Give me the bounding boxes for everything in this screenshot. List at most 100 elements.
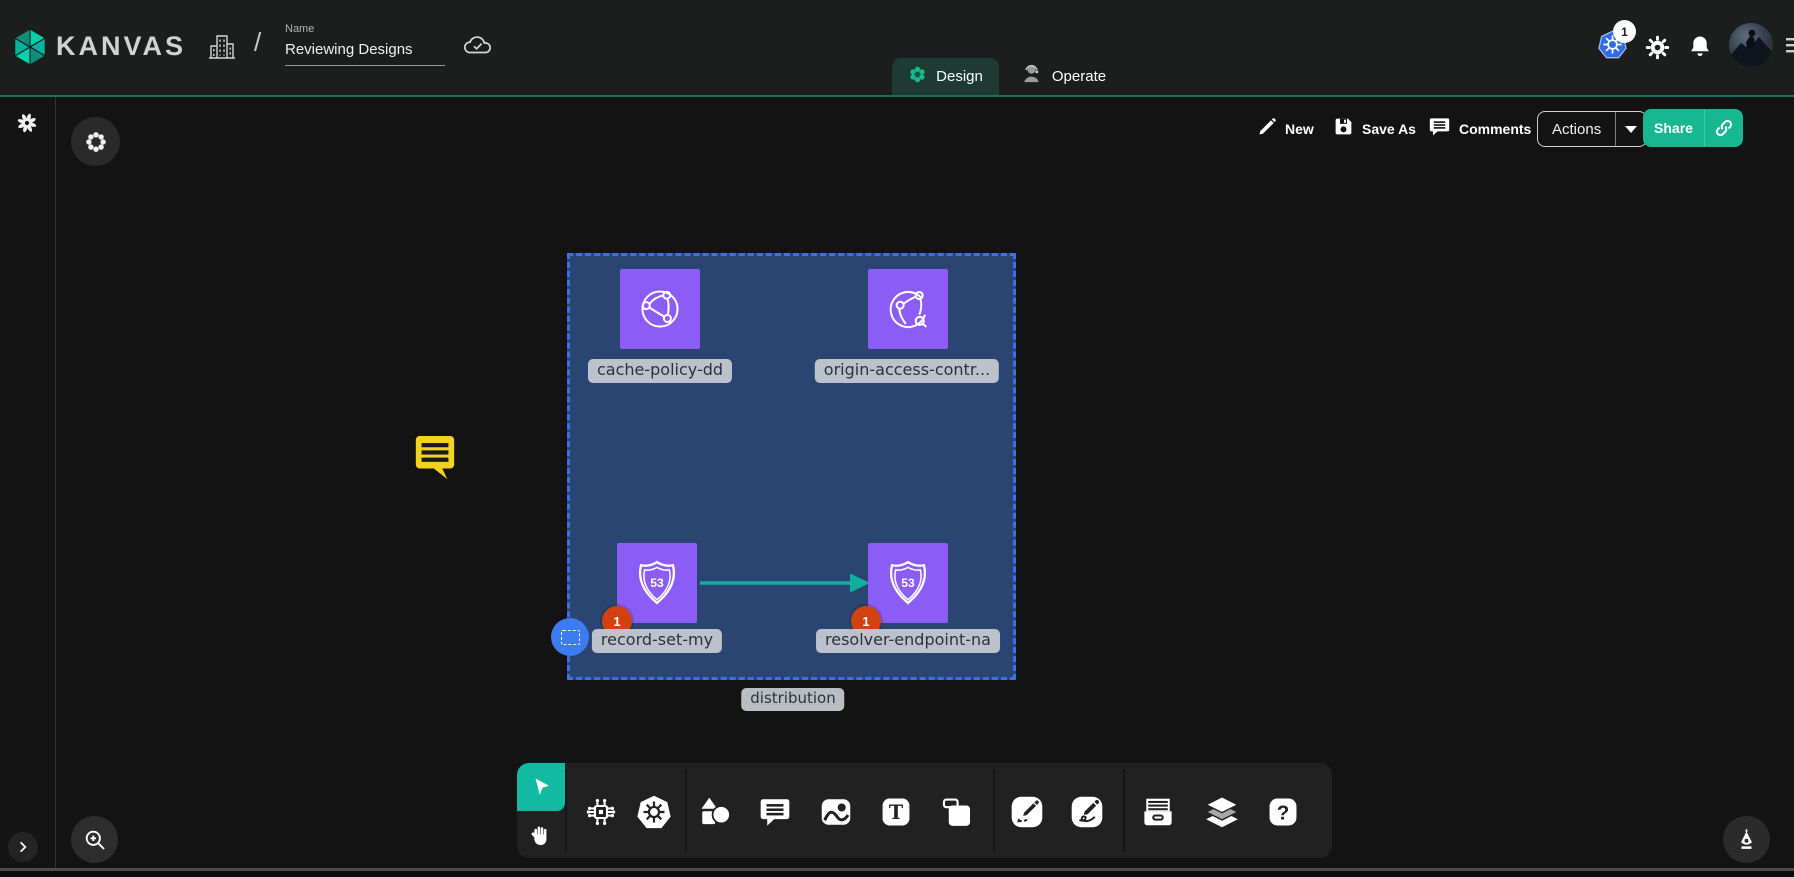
tool-freehand-pencil[interactable] [1064,789,1110,835]
node-label-record-set[interactable]: record-set-my [592,629,722,653]
dock-toggle-button[interactable] [71,117,120,166]
tab-design[interactable]: Design [892,58,999,95]
kanvas-app: KANVAS / Name Reviewing Designs [0,0,1794,877]
route53-record-set-icon: 53 [630,556,684,610]
svg-text:53: 53 [650,576,664,590]
header: KANVAS / Name Reviewing Designs [0,0,1794,95]
mesh-sync-icon [583,794,619,830]
chevron-down-icon [1625,126,1637,133]
tool-help[interactable]: ? [1260,789,1306,835]
hand-icon [528,822,554,848]
new-button-label: New [1285,121,1314,137]
pencil-icon [1257,117,1277,142]
operator-headset-icon [1020,62,1043,91]
svg-text:?: ? [1277,801,1290,824]
text-icon: T [879,795,913,829]
tab-operate[interactable]: Operate [1008,58,1118,95]
svg-text:T: T [889,801,904,824]
window-bottom-shadow [0,871,1794,877]
design-name-input[interactable]: Reviewing Designs [285,39,445,66]
header-divider [0,95,1794,97]
avatar[interactable] [1729,23,1773,67]
question-mark-icon: ? [1266,795,1300,829]
actions-caret-button[interactable] [1616,112,1646,146]
freehand-pencil-icon [1069,794,1105,830]
comments-button[interactable]: Comments [1428,111,1531,147]
tool-comment[interactable] [752,789,798,835]
pen-mode-button[interactable] [1723,816,1770,863]
sidebar-expand-button[interactable] [8,832,38,862]
copy-link-button[interactable] [1705,109,1743,147]
edge-record-to-resolver[interactable] [698,570,874,596]
cloud-saved-icon[interactable] [461,32,494,63]
zoom-in-button[interactable] [71,816,118,863]
design-name-label: Name [285,23,314,35]
tool-pan[interactable] [517,811,565,858]
comment-bubble-icon [758,795,792,829]
cloudfront-cache-policy-icon [633,282,687,336]
kubernetes-badge: 1 [1613,20,1636,43]
menu-icon[interactable] [1786,37,1794,60]
edge-pencil-icon [1009,794,1045,830]
comments-button-label: Comments [1459,121,1531,137]
save-as-button[interactable]: Save As [1333,111,1416,147]
cloudfront-origin-access-icon [881,282,935,336]
kanvas-logo-icon[interactable] [12,26,48,73]
dock-divider [685,769,687,852]
share-button[interactable]: Share [1643,109,1705,147]
notifications-bell-icon[interactable] [1687,33,1713,65]
node-cache-policy[interactable] [620,269,700,349]
tool-shapes[interactable] [692,789,738,835]
node-label-origin-access[interactable]: origin-access-contr... [815,359,999,383]
magnifier-plus-icon [83,828,107,852]
shapes-icon [697,794,733,830]
node-resolver-endpoint[interactable]: 53 [868,543,948,623]
node-label-cache-policy[interactable]: cache-policy-dd [588,359,732,383]
note-icon [940,795,974,829]
route53-resolver-endpoint-icon: 53 [881,556,935,610]
comments-bubble-icon [1428,115,1451,143]
actions-dropdown: Actions [1537,111,1647,147]
save-floppy-icon [1333,116,1354,142]
group-label-distribution[interactable]: distribution [741,688,844,711]
dock-divider [1123,769,1125,852]
new-button[interactable]: New [1257,111,1314,147]
logo-text: KANVAS [56,31,186,62]
comment-marker[interactable] [412,433,458,488]
tool-select[interactable] [517,763,565,811]
organization-icon[interactable] [206,31,238,68]
meshery-spiral-icon[interactable] [15,111,39,140]
tool-layers[interactable] [1199,789,1245,835]
tool-archive[interactable] [1135,789,1181,835]
cursor-arrow-icon [529,775,553,799]
tool-image[interactable] [813,789,859,835]
tool-mesh-sync[interactable] [578,789,624,835]
tool-kubernetes[interactable] [631,789,677,835]
dock-divider [993,769,995,852]
tool-edge-pencil[interactable] [1004,789,1050,835]
breadcrumb-separator: / [254,27,261,58]
link-icon [1714,118,1734,138]
design-flower-icon [908,65,927,89]
pen-nib-icon [1734,827,1759,852]
kubernetes-helm-icon [635,793,673,831]
tool-dock: T [517,763,1332,858]
svg-text:53: 53 [901,576,915,590]
tool-note[interactable] [934,789,980,835]
save-as-button-label: Save As [1362,121,1416,137]
node-origin-access[interactable] [868,269,948,349]
tab-operate-label: Operate [1052,68,1106,85]
settings-gear-icon[interactable] [1644,34,1671,66]
layers-icon [1203,793,1241,831]
tab-design-label: Design [936,68,983,85]
tool-text[interactable]: T [873,789,919,835]
share-split-button: Share [1643,109,1743,147]
flower-icon [83,129,109,155]
actions-button[interactable]: Actions [1538,112,1616,146]
selection-handle[interactable] [551,618,589,656]
archive-drawer-icon [1139,793,1177,831]
node-label-resolver-endpoint[interactable]: resolver-endpoint-na [816,629,1000,653]
dashed-square-icon [561,630,580,645]
image-icon [818,794,854,830]
left-sidebar [0,97,56,868]
